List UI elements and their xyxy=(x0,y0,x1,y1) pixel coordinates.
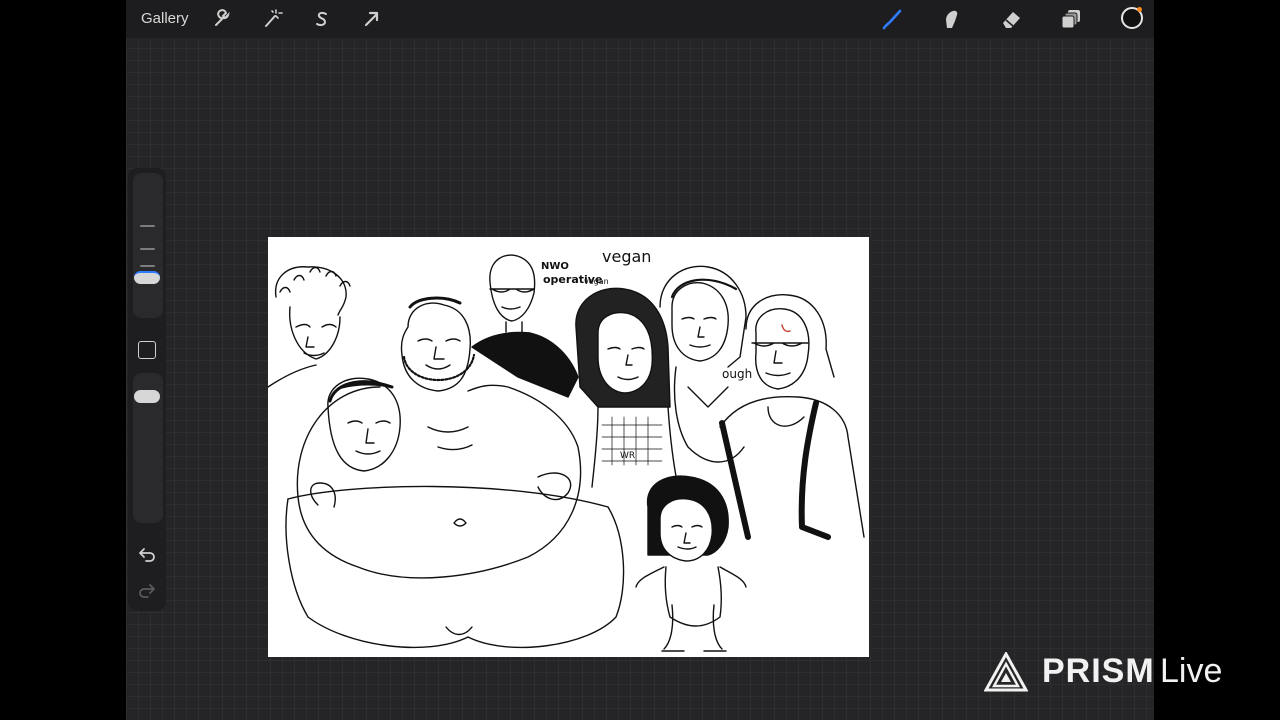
canvas-label-wr: WR xyxy=(620,451,636,461)
color-indicator-dot xyxy=(1137,7,1142,12)
watermark-prism-text: PRISM xyxy=(1042,652,1155,690)
left-sidebar xyxy=(128,168,166,611)
size-tick xyxy=(140,248,155,250)
watermark-live-text: Live xyxy=(1160,652,1223,690)
size-tick xyxy=(140,225,155,227)
wrench-icon[interactable] xyxy=(210,7,234,31)
brush-icon[interactable] xyxy=(880,7,904,31)
procreate-app: Gallery NWO operative vegan vegan ough W… xyxy=(126,0,1154,720)
size-tick xyxy=(140,265,155,267)
brush-size-slider[interactable] xyxy=(133,173,163,318)
layers-icon[interactable] xyxy=(1060,7,1084,31)
redo-arrow-icon[interactable] xyxy=(137,581,157,601)
square-modify-icon[interactable] xyxy=(138,341,156,359)
drawing-canvas[interactable]: NWO operative vegan vegan ough WR xyxy=(268,237,869,657)
magic-wand-icon[interactable] xyxy=(260,7,284,31)
top-toolbar: Gallery xyxy=(126,0,1154,38)
smudge-finger-icon[interactable] xyxy=(940,7,964,31)
opacity-slider-thumb[interactable] xyxy=(134,390,160,403)
eraser-icon[interactable] xyxy=(1000,7,1024,31)
canvas-label-vegan-small: vegan xyxy=(584,277,609,286)
sketch-artwork xyxy=(268,254,865,652)
prism-triangle-logo-icon xyxy=(984,652,1028,692)
selection-s-icon[interactable] xyxy=(310,7,334,31)
gallery-button[interactable]: Gallery xyxy=(141,10,189,27)
undo-arrow-icon[interactable] xyxy=(137,545,157,565)
canvas-label-nwo: NWO xyxy=(541,261,569,272)
size-slider-thumb[interactable] xyxy=(134,271,160,284)
canvas-label-vegan-large: vegan xyxy=(602,247,652,266)
color-picker-button[interactable] xyxy=(1121,7,1143,29)
arrow-cursor-icon[interactable] xyxy=(360,7,384,31)
prism-live-watermark: PRISM Live xyxy=(984,650,1254,694)
canvas-label-ough: ough xyxy=(722,367,753,381)
